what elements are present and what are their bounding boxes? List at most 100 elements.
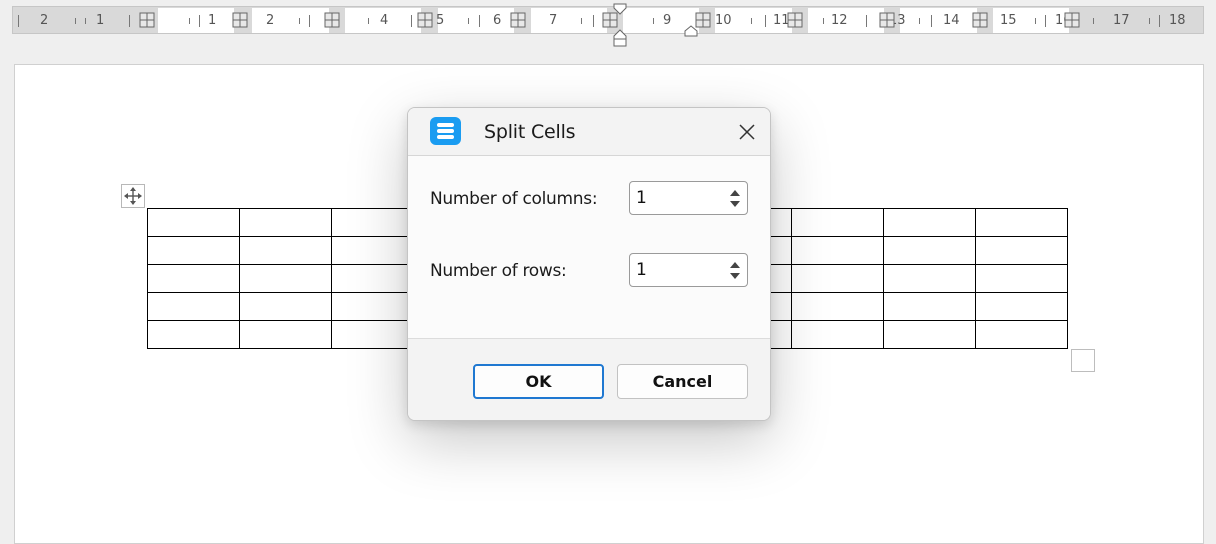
ruler-tick bbox=[85, 18, 86, 24]
column-marker-icon[interactable] bbox=[972, 12, 988, 28]
ruler-number: 4 bbox=[380, 13, 389, 28]
ruler-tick bbox=[75, 18, 76, 24]
table-cell[interactable] bbox=[239, 236, 332, 265]
hanging-indent-icon[interactable] bbox=[613, 25, 627, 47]
ruler-margin-segment bbox=[252, 8, 329, 33]
table-cell[interactable] bbox=[147, 292, 240, 321]
table-cell[interactable] bbox=[883, 292, 976, 321]
ruler-margin-segment bbox=[900, 8, 977, 33]
ruler-tick bbox=[1035, 18, 1036, 24]
ruler-number: 12 bbox=[831, 13, 848, 28]
table-cell[interactable] bbox=[147, 208, 240, 237]
ruler-tick bbox=[653, 18, 654, 24]
ruler-tick bbox=[823, 18, 824, 24]
ruler-number: 10 bbox=[715, 13, 732, 28]
column-marker-icon[interactable] bbox=[417, 12, 433, 28]
column-marker-icon[interactable] bbox=[139, 12, 155, 28]
ruler-tick bbox=[479, 15, 480, 27]
table-cell[interactable] bbox=[147, 264, 240, 293]
ruler-tick bbox=[18, 15, 19, 27]
rows-input[interactable] bbox=[636, 259, 716, 281]
column-marker-icon[interactable] bbox=[879, 12, 895, 28]
ruler-tick bbox=[751, 18, 752, 24]
columns-label: Number of columns: bbox=[430, 189, 598, 209]
table-cell[interactable] bbox=[791, 236, 884, 265]
ruler-number: 1 bbox=[208, 13, 217, 28]
ruler-number: 2 bbox=[266, 13, 275, 28]
ruler-tick bbox=[1149, 18, 1150, 24]
column-marker-icon[interactable] bbox=[324, 12, 340, 28]
ruler-number: 14 bbox=[943, 13, 960, 28]
ok-button[interactable]: OK bbox=[473, 364, 604, 399]
table-cell[interactable] bbox=[975, 208, 1068, 237]
table-cell[interactable] bbox=[883, 208, 976, 237]
columns-input[interactable] bbox=[636, 187, 716, 209]
columns-spinner[interactable] bbox=[629, 181, 748, 215]
ruler-tick bbox=[1045, 15, 1046, 27]
table-cell[interactable] bbox=[791, 292, 884, 321]
rows-decrement-icon[interactable] bbox=[726, 270, 744, 283]
table-cell[interactable] bbox=[975, 236, 1068, 265]
close-button[interactable] bbox=[734, 119, 760, 145]
table-cell[interactable] bbox=[239, 208, 332, 237]
column-marker-icon[interactable] bbox=[787, 12, 803, 28]
cancel-button[interactable]: Cancel bbox=[617, 364, 748, 399]
table-cell[interactable] bbox=[975, 320, 1068, 349]
ruler-number: 6 bbox=[493, 13, 502, 28]
first-line-indent-icon[interactable] bbox=[613, 3, 627, 15]
table-cell[interactable] bbox=[239, 264, 332, 293]
table-cell[interactable] bbox=[147, 236, 240, 265]
ruler-tick bbox=[765, 15, 766, 27]
table-cell[interactable] bbox=[975, 292, 1068, 321]
column-marker-icon[interactable] bbox=[232, 12, 248, 28]
ruler-tick bbox=[199, 15, 200, 27]
table-cell[interactable] bbox=[147, 320, 240, 349]
ruler-tick bbox=[189, 18, 190, 24]
dialog-footer: OK Cancel bbox=[408, 338, 770, 420]
ruler-tick bbox=[468, 18, 469, 24]
ruler-tick bbox=[1093, 18, 1094, 24]
move-icon bbox=[124, 187, 142, 205]
dialog-title: Split Cells bbox=[484, 121, 576, 143]
table-cell[interactable] bbox=[239, 292, 332, 321]
horizontal-ruler[interactable]: 2 1 1 2 4 5 6 7 9 10 11 12 13 14 15 16 1… bbox=[12, 3, 1204, 47]
split-cells-dialog: Split Cells Number of columns: Number of… bbox=[407, 107, 771, 421]
ruler-tick bbox=[368, 18, 369, 24]
table-move-handle[interactable] bbox=[121, 184, 145, 208]
right-indent-icon[interactable] bbox=[684, 25, 698, 37]
close-icon bbox=[739, 124, 755, 140]
table-cell[interactable] bbox=[791, 264, 884, 293]
ruler-number: 15 bbox=[1000, 13, 1017, 28]
dialog-titlebar[interactable]: Split Cells bbox=[408, 108, 770, 156]
ruler-margin-segment bbox=[158, 8, 234, 33]
columns-decrement-icon[interactable] bbox=[726, 198, 744, 211]
ruler-tick bbox=[866, 15, 867, 27]
column-marker-icon[interactable] bbox=[510, 12, 526, 28]
table-cell[interactable] bbox=[883, 264, 976, 293]
ruler-tick bbox=[581, 18, 582, 24]
table-cell[interactable] bbox=[239, 320, 332, 349]
ruler-tick bbox=[593, 15, 594, 27]
list-icon bbox=[430, 117, 461, 145]
ruler-margin-segment bbox=[531, 8, 607, 33]
table-cell[interactable] bbox=[975, 264, 1068, 293]
ruler-tick bbox=[919, 18, 920, 24]
ruler-number: 1 bbox=[96, 13, 105, 28]
table-cell[interactable] bbox=[883, 236, 976, 265]
ruler-tick bbox=[309, 15, 310, 27]
table-cell[interactable] bbox=[791, 320, 884, 349]
ruler-tick bbox=[299, 18, 300, 24]
ruler-tick bbox=[1159, 15, 1160, 27]
rows-spinner[interactable] bbox=[629, 253, 748, 287]
ruler-tick bbox=[129, 15, 130, 27]
rows-label: Number of rows: bbox=[430, 261, 567, 281]
ruler-tick bbox=[411, 15, 412, 27]
table-cell[interactable] bbox=[883, 320, 976, 349]
ruler-tick bbox=[931, 15, 932, 27]
ruler-number: 7 bbox=[549, 13, 558, 28]
ruler-number: 9 bbox=[663, 13, 672, 28]
column-marker-icon[interactable] bbox=[1064, 12, 1080, 28]
ruler-number: 17 bbox=[1113, 13, 1130, 28]
table-resize-handle[interactable] bbox=[1071, 349, 1095, 372]
table-cell[interactable] bbox=[791, 208, 884, 237]
